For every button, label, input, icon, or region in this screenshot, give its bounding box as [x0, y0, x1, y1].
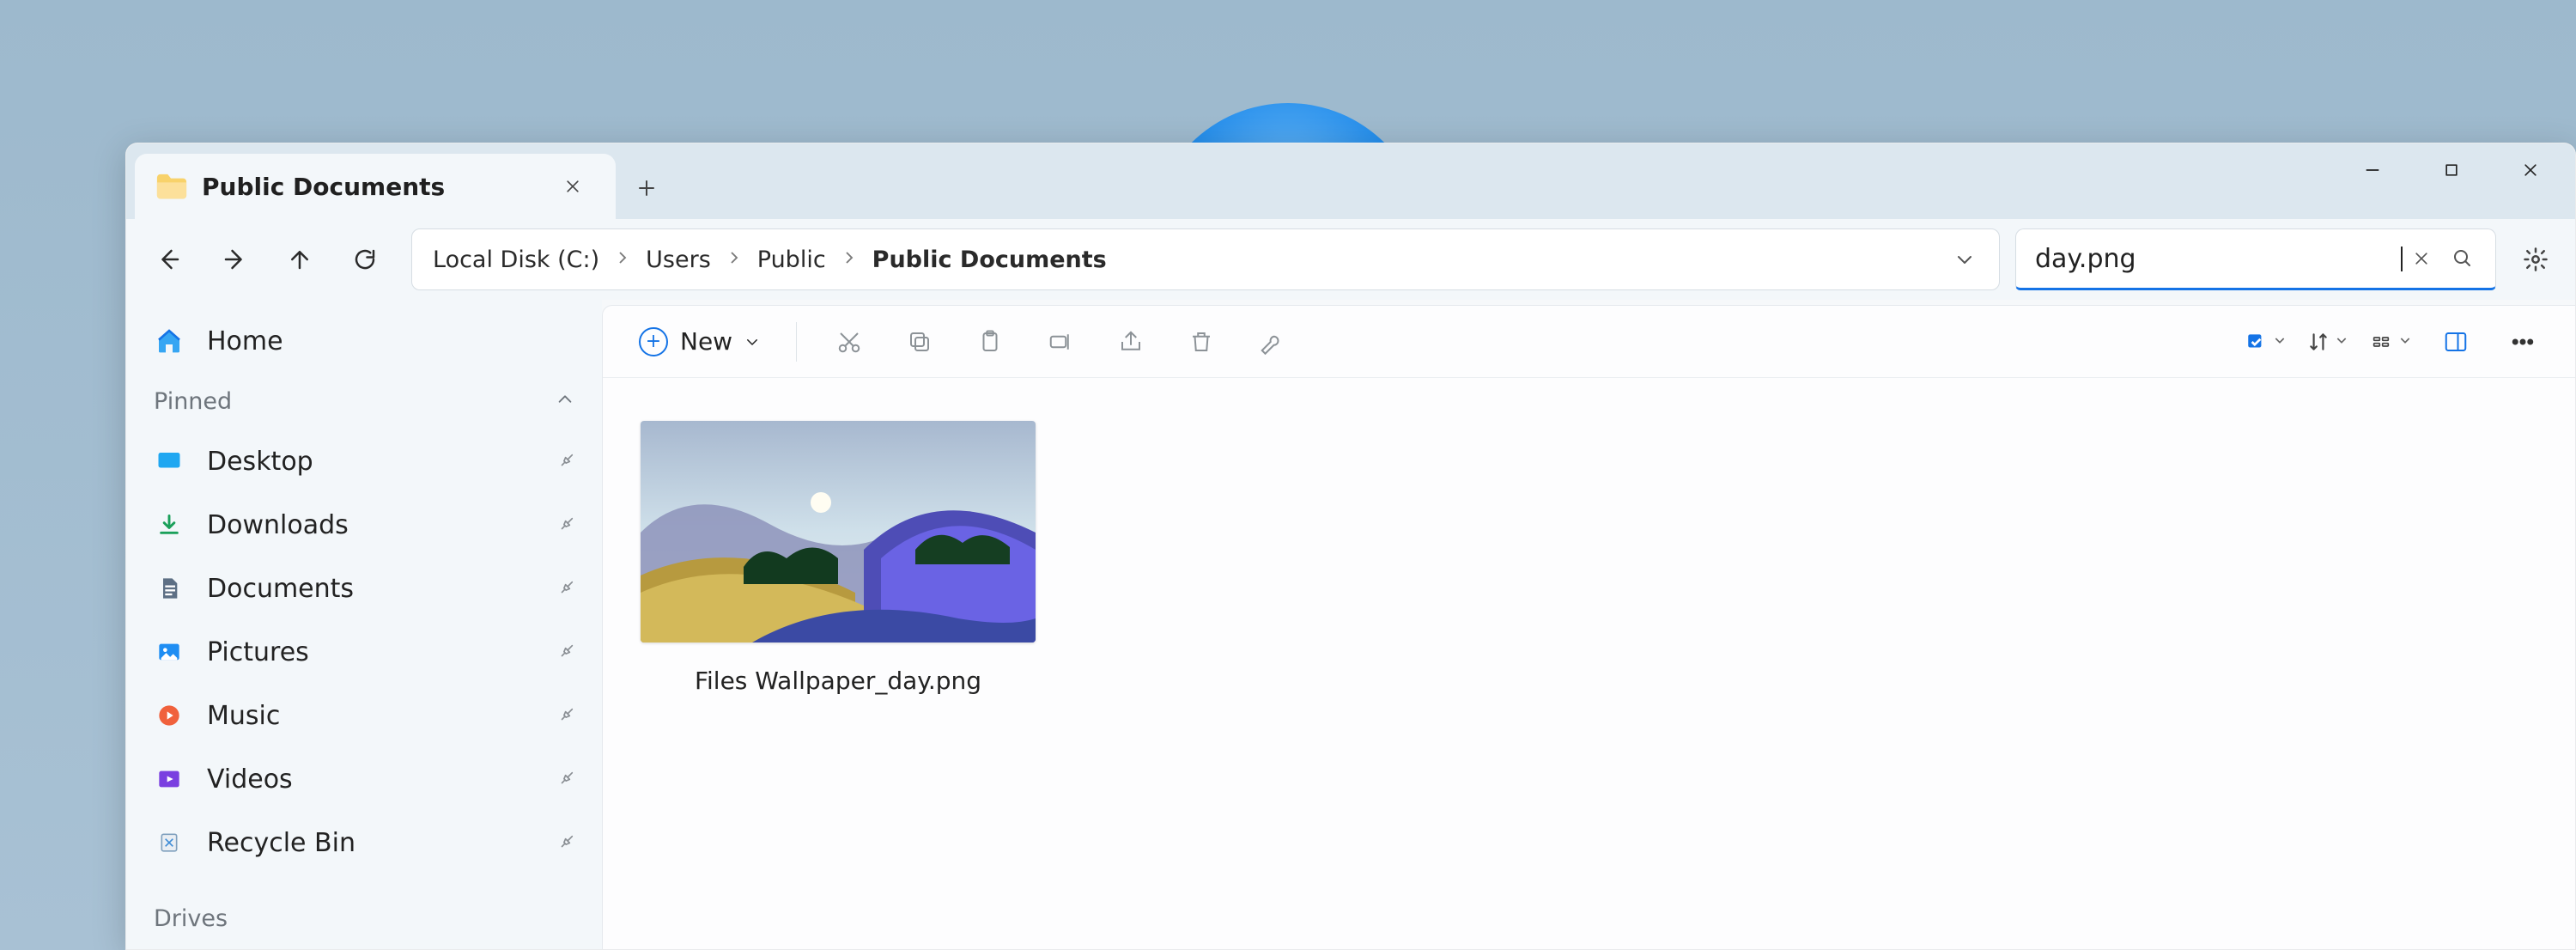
desktop-icon [154, 448, 185, 474]
chevron-right-icon [841, 250, 857, 269]
pin-icon[interactable] [552, 575, 579, 601]
breadcrumb-bar[interactable]: Local Disk (C:) Users Public Public Docu… [411, 228, 2000, 290]
sidebar-section-pinned[interactable]: Pinned [135, 374, 593, 429]
chevron-down-icon [2335, 333, 2348, 350]
rename-button[interactable] [1029, 317, 1092, 367]
section-label: Drives [154, 905, 228, 932]
close-window-button[interactable] [2491, 143, 2570, 197]
file-item[interactable]: Files Wallpaper_day.png [641, 421, 1036, 695]
paste-button[interactable] [958, 317, 1022, 367]
sidebar-item-label: Recycle Bin [207, 828, 355, 858]
section-label: Pinned [154, 388, 232, 415]
new-button-label: New [680, 327, 732, 356]
pin-icon[interactable] [552, 638, 579, 665]
chevron-right-icon [726, 250, 742, 269]
clear-search-button[interactable] [2401, 238, 2442, 279]
breadcrumb-segment-current[interactable]: Public Documents [872, 247, 1107, 273]
sidebar: Home Pinned Desktop Downloads Documents [126, 300, 602, 949]
pin-icon[interactable] [552, 511, 579, 538]
file-grid[interactable]: Files Wallpaper_day.png [603, 378, 2575, 949]
chevron-down-icon [2398, 333, 2412, 350]
document-icon [154, 576, 185, 600]
sidebar-section-drives[interactable]: Drives [135, 891, 593, 946]
tab-public-documents[interactable]: Public Documents [135, 154, 616, 219]
more-button[interactable] [2491, 317, 2555, 367]
sidebar-item-music[interactable]: Music [135, 685, 593, 746]
pin-icon[interactable] [552, 448, 579, 474]
tab-close-button[interactable] [554, 167, 592, 205]
download-icon [154, 513, 185, 537]
sidebar-item-label: Videos [207, 764, 293, 795]
back-button[interactable] [140, 230, 198, 289]
sidebar-item-label: Downloads [207, 510, 349, 540]
pin-icon[interactable] [552, 765, 579, 792]
sidebar-item-pictures[interactable]: Pictures [135, 621, 593, 683]
sidebar-home[interactable]: Home [135, 310, 593, 372]
pin-icon[interactable] [552, 829, 579, 856]
details-pane-button[interactable] [2424, 317, 2488, 367]
view-sort-button[interactable] [2299, 317, 2357, 367]
file-thumbnail [641, 421, 1036, 642]
breadcrumb-dropdown-button[interactable] [1944, 239, 1985, 280]
copy-button[interactable] [888, 317, 951, 367]
file-explorer-window: Public Documents Local Disk (C:) Users P… [125, 143, 2576, 950]
sidebar-item-label: Home [207, 326, 283, 356]
pictures-icon [154, 640, 185, 664]
chevron-down-icon [744, 334, 760, 350]
titlebar: Public Documents [126, 143, 2575, 219]
forward-button[interactable] [205, 230, 264, 289]
search-box[interactable]: day.png [2015, 228, 2496, 290]
address-toolbar: Local Disk (C:) Users Public Public Docu… [126, 219, 2575, 300]
content-area: + New [602, 305, 2575, 949]
breadcrumb-segment[interactable]: Users [646, 247, 711, 273]
new-button[interactable]: + New [623, 317, 775, 367]
breadcrumb-segment[interactable]: Public [757, 247, 826, 273]
refresh-button[interactable] [336, 230, 394, 289]
tab-title: Public Documents [202, 173, 445, 201]
window-controls [2333, 143, 2570, 219]
cut-button[interactable] [817, 317, 881, 367]
music-icon [154, 703, 185, 728]
up-button[interactable] [270, 230, 329, 289]
search-icon[interactable] [2442, 238, 2483, 279]
chevron-right-icon [615, 250, 630, 269]
sidebar-item-videos[interactable]: Videos [135, 748, 593, 810]
home-icon [154, 327, 185, 355]
delete-button[interactable] [1170, 317, 1233, 367]
sort-button[interactable] [2237, 317, 2295, 367]
sidebar-item-documents[interactable]: Documents [135, 557, 593, 619]
search-input-value[interactable]: day.png [2035, 244, 2401, 274]
settings-button[interactable] [2510, 234, 2561, 285]
chevron-down-icon [2273, 333, 2287, 350]
sidebar-item-recycle-bin[interactable]: Recycle Bin [135, 812, 593, 874]
share-button[interactable] [1099, 317, 1163, 367]
pin-icon[interactable] [552, 702, 579, 728]
videos-icon [154, 767, 185, 791]
properties-button[interactable] [1240, 317, 1303, 367]
command-bar: + New [603, 306, 2575, 378]
sidebar-item-label: Desktop [207, 447, 313, 477]
separator [796, 322, 797, 362]
minimize-button[interactable] [2333, 143, 2412, 197]
sidebar-item-label: Documents [207, 574, 354, 604]
layout-button[interactable] [2360, 317, 2421, 367]
breadcrumb-segment[interactable]: Local Disk (C:) [433, 247, 599, 273]
new-tab-button[interactable] [616, 157, 677, 219]
recycle-icon [154, 831, 185, 854]
sidebar-item-desktop[interactable]: Desktop [135, 430, 593, 492]
window-body: Home Pinned Desktop Downloads Documents [126, 300, 2575, 949]
sidebar-item-downloads[interactable]: Downloads [135, 494, 593, 556]
file-name-label: Files Wallpaper_day.png [695, 667, 981, 695]
maximize-button[interactable] [2412, 143, 2491, 197]
sidebar-item-label: Music [207, 701, 280, 731]
plus-circle-icon: + [639, 327, 668, 356]
chevron-up-icon [556, 388, 574, 415]
folder-icon [155, 173, 188, 200]
sidebar-item-label: Pictures [207, 637, 309, 667]
